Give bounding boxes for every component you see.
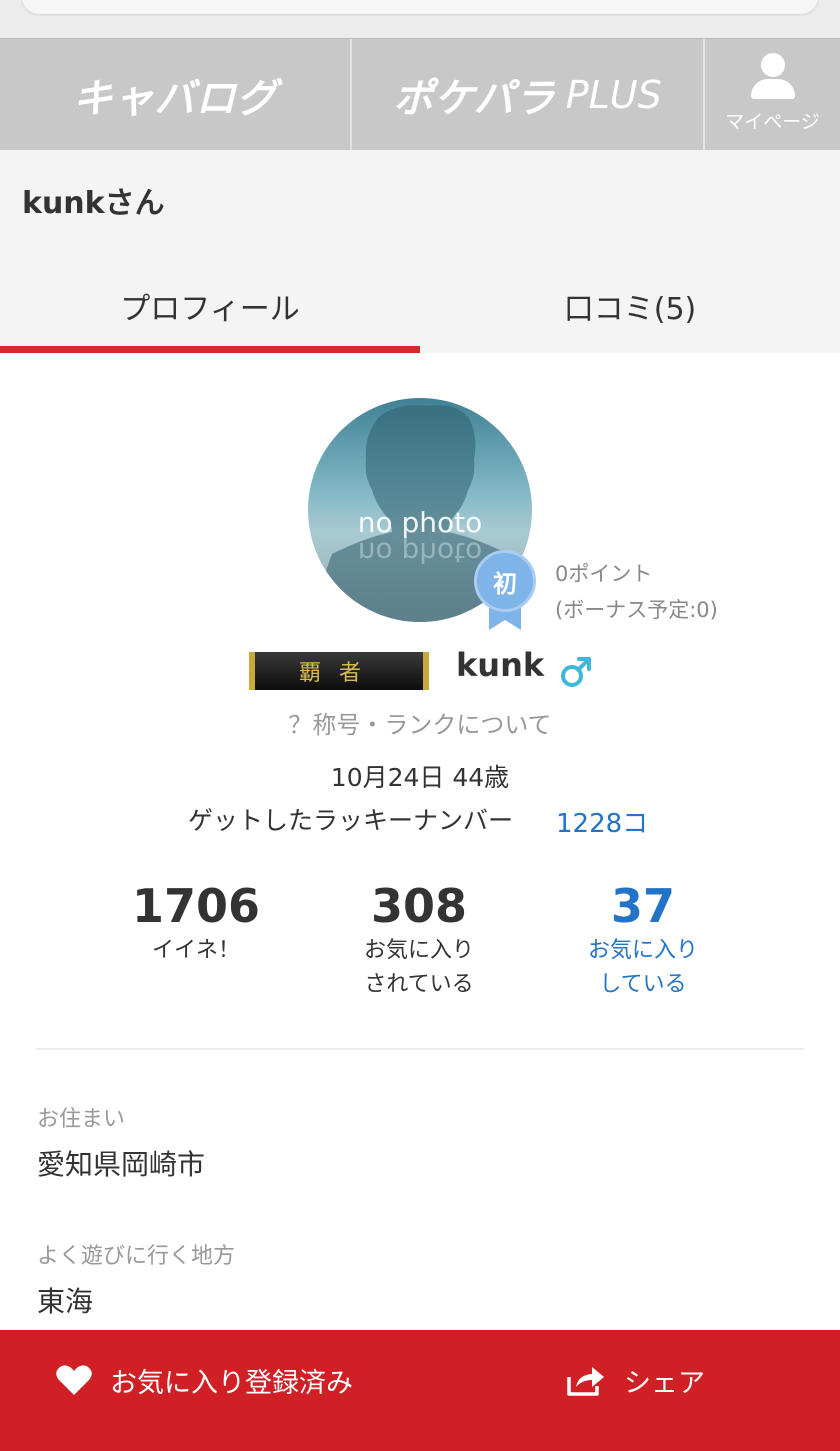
top-nav: キャバログ ポケパラ PLUS マイページ bbox=[0, 38, 840, 151]
search-bar[interactable] bbox=[22, 0, 818, 14]
bottom-action-bar: お気に入り登録済み シェア bbox=[0, 1330, 840, 1451]
favorite-button-label: お気に入り登録済み bbox=[110, 1367, 353, 1399]
tab-reviews[interactable]: 口コミ(5) bbox=[420, 258, 840, 353]
mypage-label: マイページ bbox=[725, 110, 820, 133]
tab-profile[interactable]: プロフィール bbox=[0, 258, 420, 353]
nav-mypage-button[interactable]: マイページ bbox=[705, 39, 840, 151]
title-plate: 覇者 bbox=[249, 652, 429, 690]
cabalog-logo-text: キャバログ bbox=[72, 76, 278, 122]
top-search-area bbox=[0, 0, 840, 38]
region-label: よく遊びに行く地方 bbox=[37, 1244, 236, 1269]
stat-favorited-by-value: 308 bbox=[370, 879, 468, 933]
points-info: 0ポイント (ボーナス予定:0) bbox=[555, 556, 718, 628]
birthday-age: 10月24日 44歳 bbox=[330, 763, 510, 792]
stat-likes-label: イイネ！ bbox=[151, 938, 240, 963]
stat-favorited-by: 308 お気に入り されている bbox=[319, 878, 519, 1002]
divider bbox=[36, 1048, 804, 1050]
rank-badge-label: 初 bbox=[474, 550, 536, 612]
rank-info-link[interactable]: ？称号・ランクについて bbox=[0, 705, 840, 740]
bonus-text: (ボーナス予定:0) bbox=[555, 598, 718, 622]
no-photo-text: no photo bbox=[357, 506, 483, 539]
user-header: kunkさん プロフィール 口コミ(5) bbox=[0, 150, 840, 353]
nav-logo-pokepara-plus[interactable]: ポケパラ PLUS bbox=[352, 39, 705, 151]
nav-logo-cabalog[interactable]: キャバログ bbox=[0, 39, 352, 151]
favorite-button[interactable]: お気に入り登録済み bbox=[0, 1330, 420, 1430]
lucky-number-count[interactable]: 1228コ bbox=[556, 803, 648, 840]
points-text: 0ポイント bbox=[555, 562, 653, 586]
stat-favorited-by-label-2: されている bbox=[364, 972, 474, 997]
heart-icon bbox=[56, 1365, 92, 1395]
stat-favorited-by-label-1: お気に入り bbox=[363, 938, 474, 963]
stat-favoriting[interactable]: 37 お気に入り している bbox=[543, 878, 743, 1002]
share-icon bbox=[567, 1367, 604, 1396]
residence-label: お住まい bbox=[37, 1107, 126, 1132]
username: kunk bbox=[456, 646, 545, 684]
pokepara-plus-text: PLUS bbox=[565, 73, 662, 117]
male-icon bbox=[561, 657, 591, 687]
stat-favoriting-value: 37 bbox=[610, 879, 675, 933]
stat-favoriting-label-2: している bbox=[599, 972, 687, 997]
profile-tabs: プロフィール 口コミ(5) bbox=[0, 258, 840, 353]
lucky-number-label: ゲットしたラッキーナンバー bbox=[188, 806, 514, 835]
region-value: 東海 bbox=[37, 1285, 94, 1318]
share-button[interactable]: シェア bbox=[420, 1330, 840, 1430]
page-title: kunkさん bbox=[22, 186, 165, 221]
stat-likes-value: 1706 bbox=[131, 879, 261, 933]
person-icon bbox=[749, 52, 797, 101]
rank-badge: 初 bbox=[474, 550, 536, 632]
stat-likes: 1706 イイネ！ bbox=[96, 878, 296, 968]
pokepara-logo-text: ポケパラ bbox=[393, 76, 556, 122]
stat-favoriting-label-1: お気に入り bbox=[587, 938, 698, 963]
residence-value: 愛知県岡崎市 bbox=[37, 1148, 206, 1181]
share-button-label: シェア bbox=[624, 1367, 705, 1399]
